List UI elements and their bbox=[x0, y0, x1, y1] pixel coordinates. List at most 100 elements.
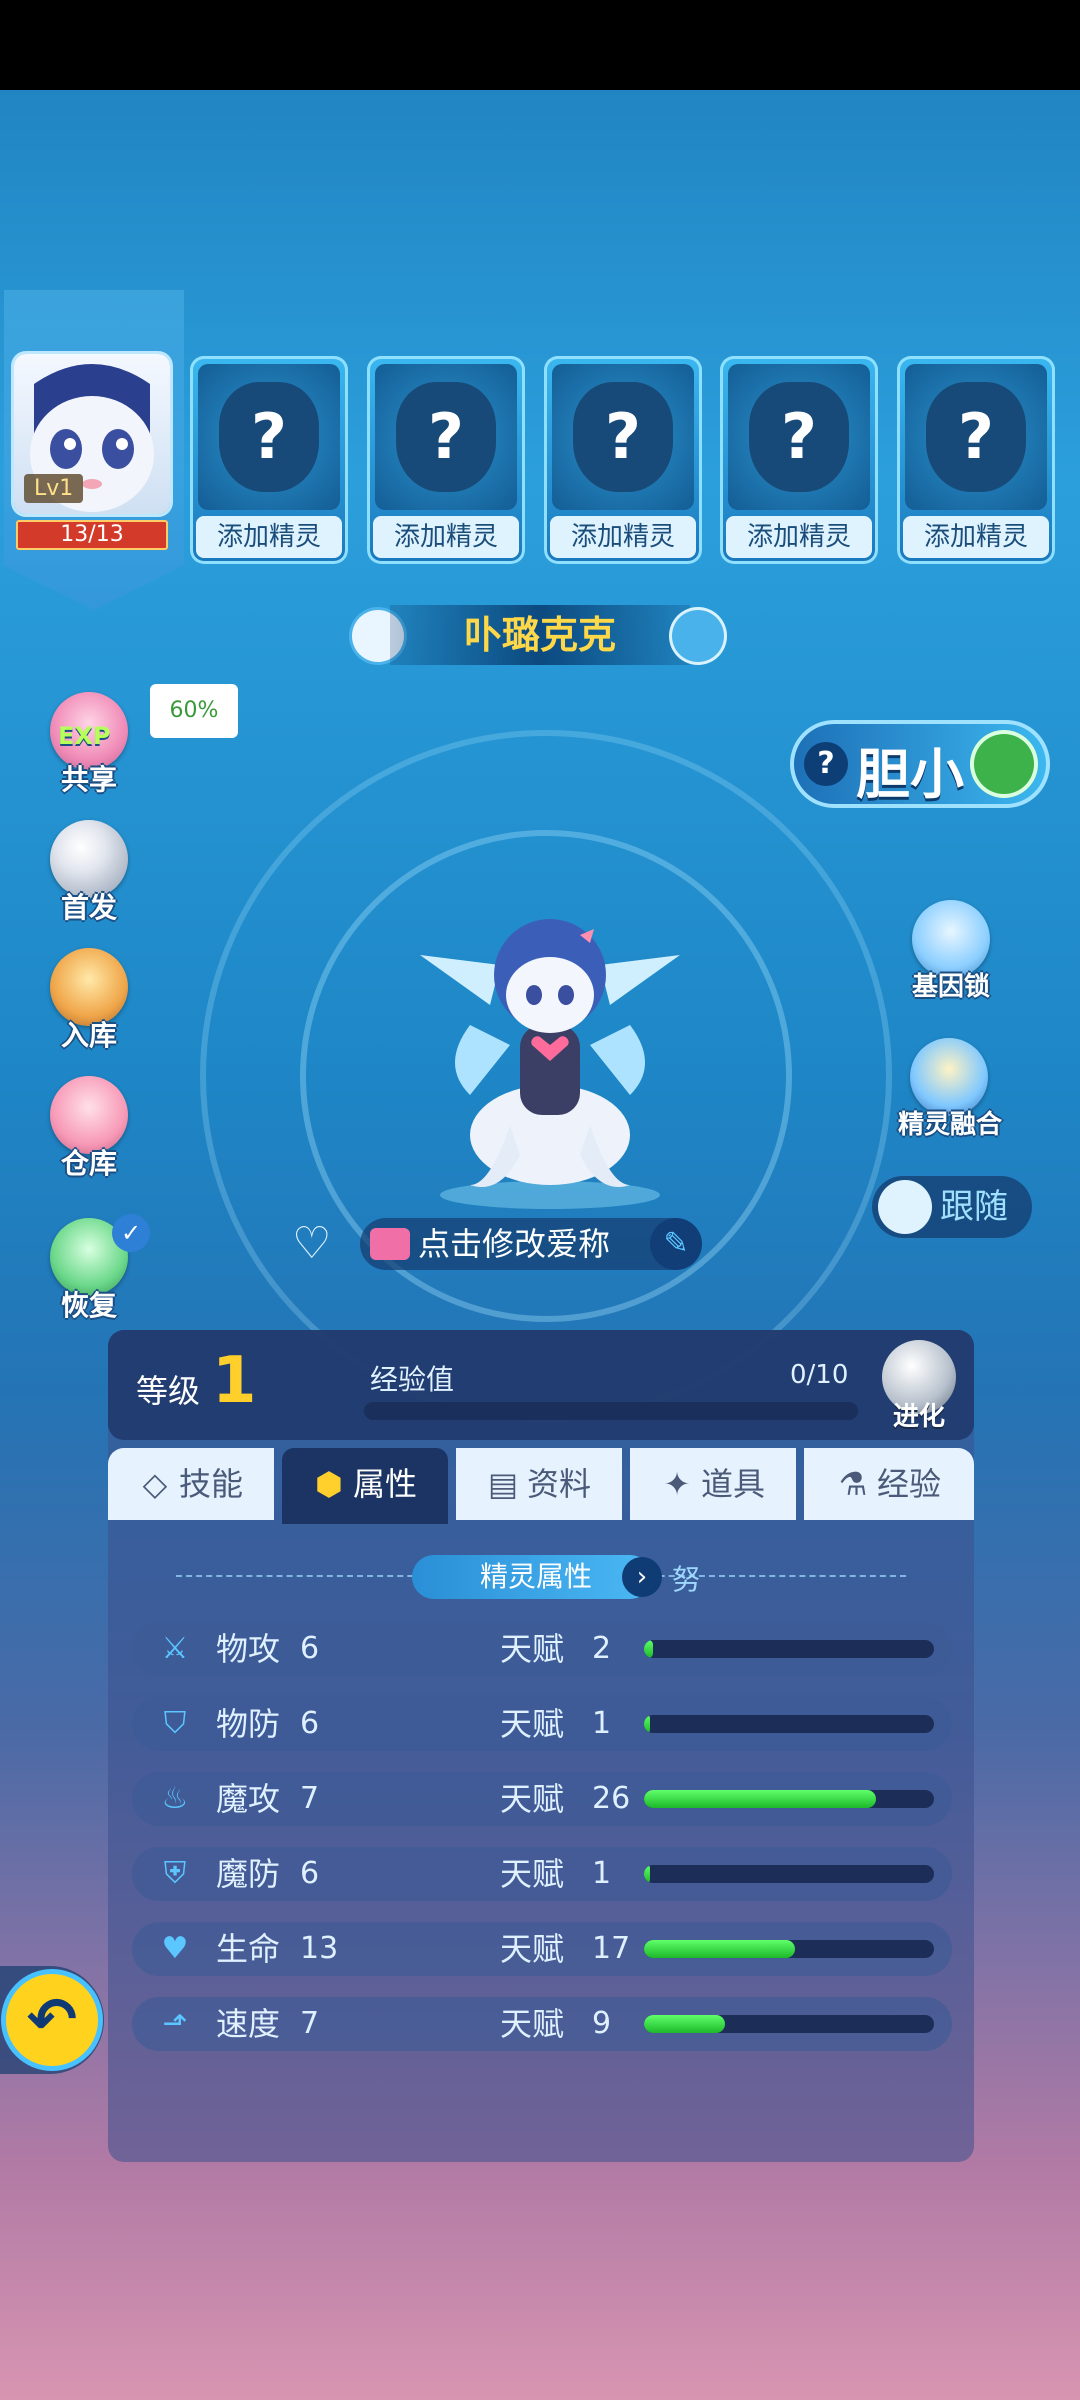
nature-label: 努 bbox=[672, 1563, 701, 1596]
add-pet-label: 添加精灵 bbox=[196, 516, 342, 558]
talent-label: 天赋 bbox=[500, 1630, 565, 1668]
stat-value: 7 bbox=[300, 2006, 320, 2041]
status-bar bbox=[0, 0, 1080, 90]
tab-experience[interactable]: ⚗ 经验 bbox=[804, 1448, 974, 1520]
stat-value: 6 bbox=[300, 1631, 320, 1666]
add-pet-label: 添加精灵 bbox=[903, 516, 1049, 558]
stat-name: 物防 bbox=[216, 1705, 281, 1743]
help-icon[interactable]: ? bbox=[804, 742, 848, 786]
nickname-hint: 点击修改爱称 bbox=[418, 1225, 611, 1263]
empty-slot-frame: ? bbox=[552, 364, 694, 510]
empty-slot-frame: ? bbox=[375, 364, 517, 510]
flame-icon: ♨ bbox=[161, 1781, 189, 1816]
exp-label: 经验值 bbox=[370, 1363, 455, 1396]
stat-row: ⬏ 速度 7 天赋 9 bbox=[132, 1997, 952, 2051]
stat-row: ⛉ 物防 6 天赋 1 bbox=[132, 1697, 952, 1751]
pet-model[interactable] bbox=[410, 895, 690, 1215]
level-label: 等级 bbox=[136, 1372, 201, 1410]
heart-plus-icon: ♥ bbox=[161, 1931, 189, 1966]
talent-label: 天赋 bbox=[500, 1780, 565, 1818]
talent-value: 9 bbox=[592, 2006, 612, 2041]
stat-name: 生命 bbox=[216, 1930, 281, 1968]
trait-button[interactable]: ? 胆小 bbox=[790, 720, 1050, 808]
stat-value: 7 bbox=[300, 1781, 320, 1816]
fusion-label: 精灵融合 bbox=[897, 1110, 1002, 1140]
exp-progress-bar bbox=[364, 1402, 858, 1420]
favorite-heart-icon[interactable]: ♡ bbox=[292, 1222, 331, 1266]
tab-items[interactable]: ✦ 道具 bbox=[630, 1448, 796, 1520]
stat-value: 6 bbox=[300, 1706, 320, 1741]
store-label: 入库 bbox=[60, 1019, 117, 1052]
tab-profile[interactable]: ▤ 资料 bbox=[456, 1448, 622, 1520]
add-pet-label: 添加精灵 bbox=[373, 516, 519, 558]
pet-info-icon[interactable] bbox=[672, 610, 724, 662]
restore-button[interactable]: ✓ 恢复 bbox=[34, 1214, 150, 1328]
follow-label: 跟随 bbox=[940, 1187, 1008, 1227]
stat-row: ⛨ 魔防 6 天赋 1 bbox=[132, 1847, 952, 1901]
diamond-icon: ◇ bbox=[142, 1465, 168, 1503]
back-button[interactable]: ↶ bbox=[0, 1966, 104, 2074]
talent-bar-fill bbox=[644, 2015, 726, 2033]
warehouse-button[interactable]: 仓库 bbox=[34, 1076, 144, 1186]
team-slot-4[interactable]: ? 添加精灵 bbox=[544, 356, 702, 564]
fusion-button[interactable]: 精灵融合 bbox=[888, 1038, 1012, 1148]
tab-skills[interactable]: ◇ 技能 bbox=[108, 1448, 274, 1520]
clipboard-icon: ▤ bbox=[487, 1465, 519, 1503]
stat-name: 魔攻 bbox=[216, 1780, 281, 1818]
team-slot-5[interactable]: ? 添加精灵 bbox=[720, 356, 878, 564]
warehouse-label: 仓库 bbox=[60, 1147, 117, 1180]
gene-lock-button[interactable]: 基因锁 bbox=[896, 900, 1006, 1010]
level-bar: 等级 1 经验值 0/10 bbox=[108, 1330, 974, 1440]
section-title-text: 精灵属性 bbox=[480, 1560, 593, 1593]
talent-label: 天赋 bbox=[500, 1930, 565, 1968]
nickname-tag-icon bbox=[370, 1228, 410, 1260]
team-slot-6[interactable]: ? 添加精灵 bbox=[897, 356, 1055, 564]
stat-name: 物攻 bbox=[216, 1630, 281, 1668]
talent-bar-fill bbox=[644, 1865, 650, 1883]
tab-items-label: 道具 bbox=[700, 1465, 765, 1503]
first-button[interactable]: 首发 bbox=[34, 820, 144, 930]
chevron-right-icon[interactable]: › bbox=[622, 1557, 662, 1597]
store-button[interactable]: 入库 bbox=[34, 948, 144, 1058]
talent-bar-fill bbox=[644, 1640, 653, 1658]
follow-toggle-knob bbox=[878, 1180, 932, 1234]
refresh-icon[interactable] bbox=[970, 730, 1038, 798]
trait-label: 胆小 bbox=[856, 743, 964, 806]
hexagon-icon: ⬢ bbox=[315, 1465, 343, 1503]
magic-shield-icon: ⛨ bbox=[163, 1856, 187, 1891]
check-icon: ✓ bbox=[112, 1214, 150, 1252]
exp-value: 0/10 bbox=[790, 1360, 849, 1390]
nickname-button[interactable]: 点击修改爱称 ✎ bbox=[360, 1218, 702, 1270]
follow-toggle[interactable]: 跟随 bbox=[872, 1176, 1032, 1238]
stat-row: ♥ 生命 13 天赋 17 bbox=[132, 1922, 952, 1976]
question-silhouette-icon: ? bbox=[573, 382, 673, 492]
back-arrow-icon: ↶ bbox=[6, 1974, 98, 2066]
talent-bar bbox=[644, 1865, 934, 1883]
shield-icon: ⛉ bbox=[163, 1706, 187, 1741]
stat-name: 速度 bbox=[216, 2005, 281, 2043]
empty-slot-frame: ? bbox=[198, 364, 340, 510]
question-silhouette-icon: ? bbox=[749, 382, 849, 492]
exp-share-button[interactable]: 共享 EXP bbox=[34, 692, 144, 802]
evolve-button[interactable]: 进化 bbox=[876, 1340, 962, 1436]
talent-value: 17 bbox=[592, 1931, 631, 1966]
team-slot-2[interactable]: ? 添加精灵 bbox=[190, 356, 348, 564]
team-slot-3[interactable]: ? 添加精灵 bbox=[367, 356, 525, 564]
talent-bar-fill bbox=[644, 1790, 876, 1808]
talent-bar bbox=[644, 1790, 934, 1808]
add-pet-label: 添加精灵 bbox=[726, 516, 872, 558]
level-value: 1 bbox=[212, 1344, 257, 1418]
star-icon: ✦ bbox=[663, 1465, 691, 1503]
tab-attributes[interactable]: ⬢ 属性 bbox=[282, 1448, 448, 1524]
active-pet-hp: 13/13 bbox=[16, 520, 168, 550]
stat-name: 魔防 bbox=[216, 1855, 281, 1893]
stat-row: ♨ 魔攻 7 天赋 26 bbox=[132, 1772, 952, 1826]
tab-experience-label: 经验 bbox=[876, 1465, 941, 1503]
evolve-label: 进化 bbox=[892, 1402, 945, 1432]
exp-share-label: 共享 bbox=[60, 763, 117, 796]
pet-name: 卟璐克克 bbox=[390, 605, 690, 665]
boot-icon: ⬏ bbox=[162, 2006, 188, 2041]
talent-value: 26 bbox=[592, 1781, 631, 1816]
tab-attributes-label: 属性 bbox=[352, 1465, 417, 1503]
tab-profile-label: 资料 bbox=[526, 1465, 591, 1503]
